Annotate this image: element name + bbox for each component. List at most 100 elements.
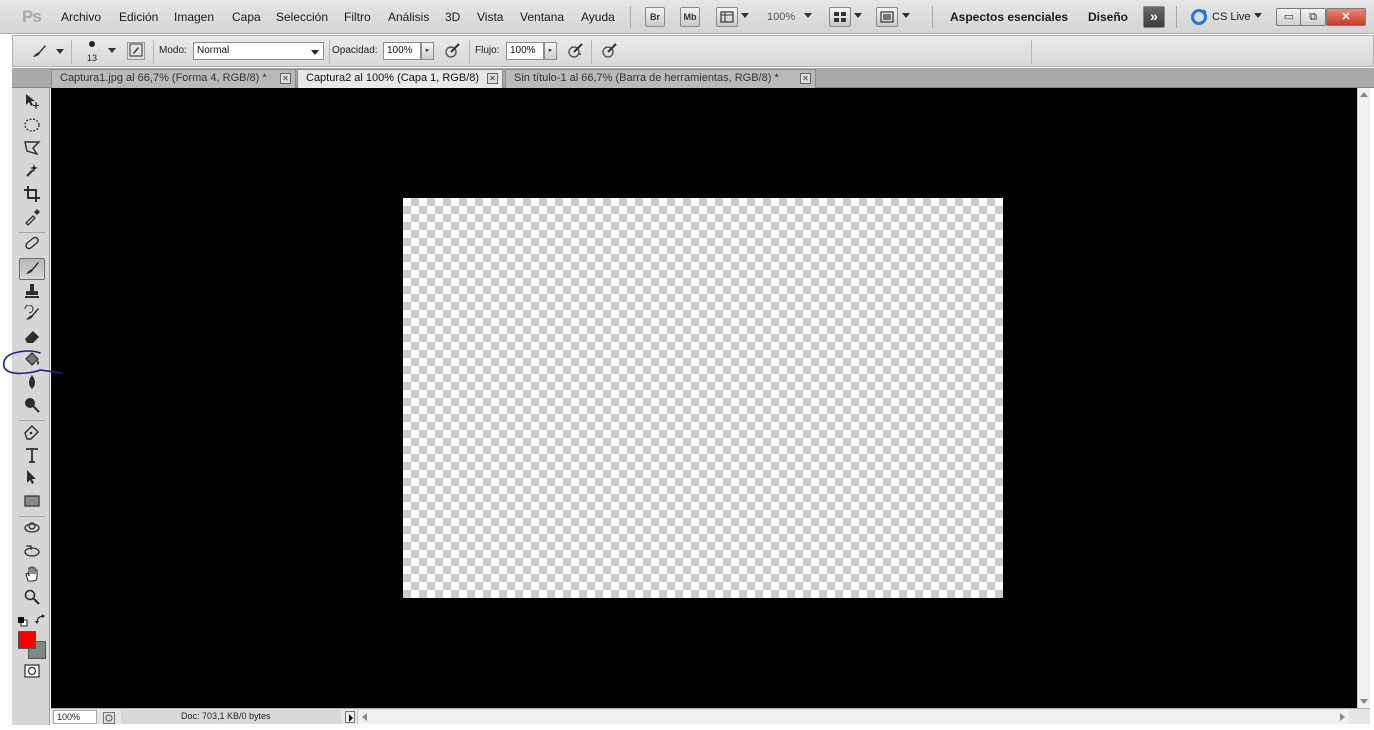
mode-select-value: Normal [197, 45, 230, 56]
cs-live-icon[interactable] [1190, 8, 1208, 26]
tools-panel: ▸▸ [12, 68, 50, 725]
chevron-down-icon[interactable] [804, 13, 812, 18]
vertical-scrollbar[interactable] [1357, 88, 1370, 708]
brush-size-dot-icon[interactable] [89, 41, 95, 47]
chevron-down-icon[interactable] [902, 13, 910, 18]
swap-colors-icon[interactable] [35, 613, 47, 625]
brush-tool-icon[interactable] [19, 258, 45, 280]
mode-select[interactable]: Normal [193, 42, 324, 60]
brush-panel-icon[interactable] [127, 42, 145, 60]
menu-edicion[interactable]: Edición [119, 10, 158, 24]
workspace-design[interactable]: Diseño [1088, 10, 1128, 24]
menu-imagen[interactable]: Imagen [174, 10, 214, 24]
type-tool-icon[interactable] [19, 446, 45, 468]
marquee-tool-icon[interactable] [19, 116, 45, 138]
horizontal-scrollbar[interactable] [357, 710, 1349, 724]
menu-separator [932, 6, 933, 28]
view-extras-icon[interactable] [716, 7, 738, 27]
scroll-right-arrow-icon[interactable] [1340, 713, 1345, 721]
dodge-tool-icon[interactable] [19, 396, 45, 418]
opacity-input[interactable]: 100% [383, 42, 421, 60]
clone-stamp-tool-icon[interactable] [19, 282, 45, 304]
foreground-color-swatch[interactable] [18, 631, 36, 649]
scroll-down-arrow-icon[interactable] [1360, 699, 1368, 704]
3d-orbit-tool-icon[interactable] [19, 542, 45, 564]
transparent-document-canvas[interactable] [403, 198, 1003, 598]
arrange-documents-icon[interactable] [829, 7, 851, 27]
menu-3d[interactable]: 3D [445, 10, 460, 24]
close-button[interactable]: ✕ [1326, 8, 1366, 26]
restore-button[interactable]: ⧉ [1300, 8, 1326, 26]
cs-live-label[interactable]: CS Live [1212, 11, 1251, 23]
close-icon[interactable]: ✕ [800, 73, 811, 84]
more-workspaces-button[interactable]: » [1143, 6, 1165, 28]
tab-label: Captura1.jpg al 66,7% (Forma 4, RGB/8) * [60, 72, 267, 84]
quick-mask-icon[interactable] [19, 662, 45, 684]
options-separator [591, 40, 592, 64]
tab-sin-titulo-1[interactable]: Sin título-1 al 66,7% (Barra de herramie… [505, 69, 816, 88]
menu-vista[interactable]: Vista [477, 10, 503, 24]
scroll-up-arrow-icon[interactable] [1360, 92, 1368, 97]
screen-mode-icon[interactable] [876, 7, 898, 27]
opacity-slider-button[interactable]: ▸ [421, 42, 434, 60]
menu-analisis[interactable]: Análisis [388, 10, 429, 24]
tab-captura2[interactable]: Captura2 al 100% (Capa 1, RGB/8) ✕ [297, 69, 503, 88]
hand-drawn-circle-annotation [2, 350, 63, 375]
tablet-pressure-opacity-icon[interactable] [442, 42, 462, 62]
photoshop-logo: Ps [22, 7, 42, 26]
status-info-icon[interactable] [103, 711, 115, 724]
brush-size-label[interactable]: 13 [87, 53, 97, 63]
flow-slider-button[interactable]: ▸ [544, 42, 557, 60]
quick-selection-tool-icon[interactable] [19, 162, 45, 184]
menu-archivo[interactable]: Archivo [61, 10, 101, 24]
path-selection-tool-icon[interactable] [19, 468, 45, 490]
zoom-field[interactable]: 100% [53, 710, 97, 724]
flow-input[interactable]: 100% [506, 42, 544, 60]
tab-label: Captura2 al 100% (Capa 1, RGB/8) [306, 72, 480, 84]
crop-tool-icon[interactable] [19, 185, 45, 207]
photoshop-window: Ps Archivo Edición Imagen Capa Selección… [0, 0, 1374, 730]
menu-separator [1176, 6, 1177, 28]
options-separator [71, 40, 72, 64]
menu-ventana[interactable]: Ventana [520, 10, 564, 24]
hand-tool-icon[interactable] [19, 565, 45, 587]
zoom-tool-icon[interactable] [19, 588, 45, 610]
zoom-level-select[interactable]: 100% [767, 11, 795, 23]
bridge-button[interactable]: Br [645, 7, 665, 27]
history-brush-tool-icon[interactable] [19, 304, 45, 327]
options-separator [329, 40, 330, 64]
minimize-button[interactable]: ▭ [1276, 8, 1302, 26]
move-tool-icon[interactable] [19, 92, 45, 114]
eyedropper-tool-icon[interactable] [19, 208, 45, 230]
brush-tool-preset-icon[interactable] [29, 42, 49, 62]
options-separator [1031, 40, 1032, 64]
chevron-down-icon[interactable] [1254, 13, 1262, 18]
scroll-left-arrow-icon[interactable] [362, 713, 367, 721]
mini-bridge-button[interactable]: Mb [680, 7, 700, 27]
3d-rotate-tool-icon[interactable] [19, 519, 45, 541]
menu-ayuda[interactable]: Ayuda [581, 10, 615, 24]
menu-seleccion[interactable]: Selección [276, 10, 328, 24]
close-icon[interactable]: ✕ [280, 73, 291, 84]
tools-separator [19, 516, 45, 517]
close-icon[interactable]: ✕ [487, 73, 498, 84]
spot-healing-tool-icon[interactable] [19, 234, 45, 256]
tablet-pressure-size-icon[interactable] [599, 42, 619, 62]
menu-capa[interactable]: Capa [232, 10, 261, 24]
tab-captura1[interactable]: Captura1.jpg al 66,7% (Forma 4, RGB/8) *… [51, 69, 296, 88]
default-colors-icon[interactable] [18, 614, 28, 627]
chevron-down-icon[interactable] [108, 48, 116, 53]
lasso-tool-icon[interactable] [19, 139, 45, 161]
document-info: Doc: 703,1 KB/0 bytes [121, 710, 341, 724]
menu-filtro[interactable]: Filtro [344, 10, 371, 24]
canvas-workspace[interactable] [51, 88, 1357, 708]
chevron-down-icon[interactable] [741, 13, 749, 18]
status-menu-arrow-icon[interactable] [345, 711, 355, 723]
pen-tool-icon[interactable] [19, 423, 45, 445]
workspace-essentials[interactable]: Aspectos esenciales [950, 10, 1068, 24]
document-tab-bar: Captura1.jpg al 66,7% (Forma 4, RGB/8) *… [12, 68, 1374, 88]
rectangle-tool-icon[interactable] [19, 492, 45, 514]
chevron-down-icon[interactable] [854, 13, 862, 18]
chevron-down-icon[interactable] [56, 49, 64, 54]
airbrush-icon[interactable] [565, 42, 585, 62]
